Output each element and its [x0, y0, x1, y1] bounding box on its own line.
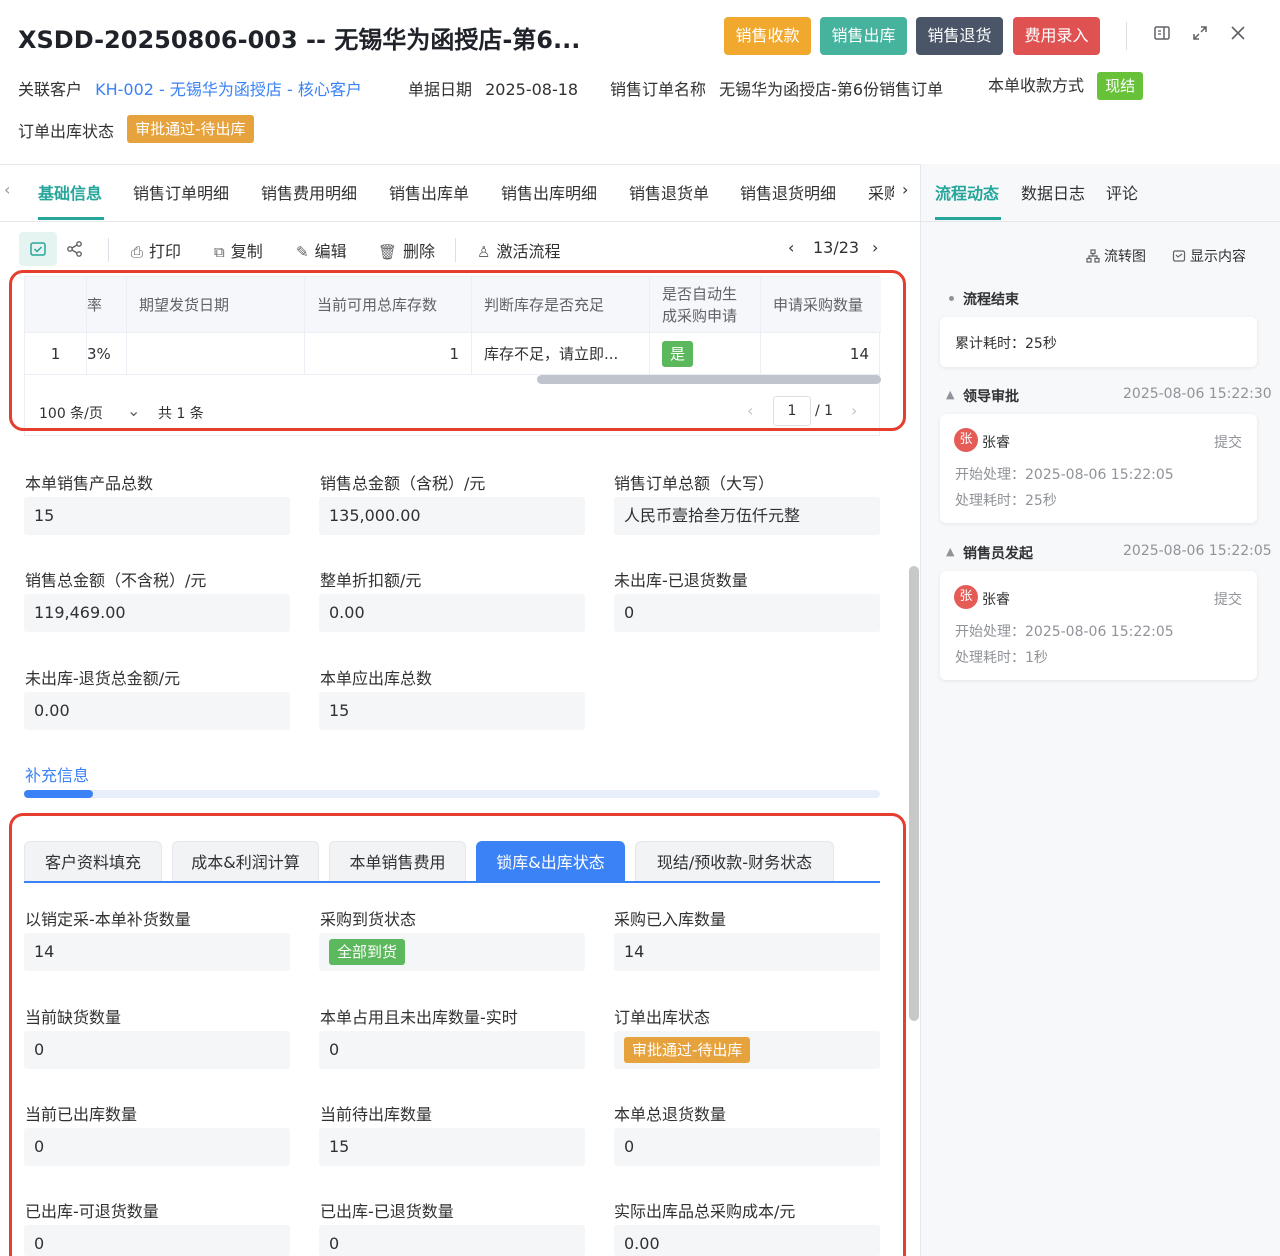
section-bar-fill — [24, 790, 93, 798]
process-end-label: 流程结束 — [963, 292, 1019, 308]
next-record-icon[interactable]: › — [872, 238, 878, 257]
step-time: 2025-08-06 15:22:05 — [1123, 543, 1272, 559]
tab-data-log[interactable]: 数据日志 — [1021, 180, 1085, 204]
step-action: 提交 — [1214, 435, 1242, 451]
step-collapse-icon[interactable]: ▲ — [946, 545, 954, 558]
tab-process-dynamic[interactable]: 流程动态 — [935, 180, 999, 204]
activate-process-button[interactable]: ♙ 激活流程 — [477, 238, 560, 262]
expand-icon[interactable] — [1189, 24, 1211, 46]
customer-link[interactable]: KH-002 - 无锡华为函授店 - 核心客户 — [95, 80, 362, 99]
header-divider — [1126, 22, 1127, 50]
sales-return-button[interactable]: 销售退货 — [916, 17, 1003, 55]
field-value: 135,000.00 — [319, 497, 585, 535]
date-field: 单据日期 2025-08-18 — [408, 80, 579, 99]
edit-button[interactable]: ✎ 编辑 — [296, 238, 347, 262]
field-value: 119,469.00 — [24, 594, 290, 632]
step-user: 张睿 — [982, 592, 1010, 608]
payment-field: 本单收款方式 现结 — [988, 72, 1144, 100]
print-button[interactable]: ⎙ 打印 — [131, 238, 181, 262]
flowchart-button[interactable]: 流转图 — [1086, 246, 1146, 266]
sales-outbound-button[interactable]: 销售出库 — [820, 17, 907, 55]
show-content-button[interactable]: 显示内容 — [1172, 246, 1246, 266]
field-label: 未出库-已退货数量 — [614, 571, 748, 590]
total-time-text: 累计耗时：25秒 — [955, 336, 1057, 352]
step-duration: 处理耗时：25秒 — [955, 493, 1057, 509]
field-value: 人民币壹拾叁万伍仟元整 — [614, 497, 880, 535]
view-toggle-button[interactable] — [19, 232, 57, 266]
tab-return-order[interactable]: 销售退货单 — [629, 180, 709, 204]
content-icon — [1172, 250, 1186, 262]
close-icon[interactable] — [1227, 24, 1249, 46]
highlight-box-table — [9, 270, 906, 431]
record-page-indicator: 13/23 — [813, 238, 860, 257]
avatar: 张 — [954, 585, 978, 609]
field-label: 整单折扣额/元 — [320, 571, 422, 590]
sales-receipt-button[interactable]: 销售收款 — [724, 17, 811, 55]
page-title: XSDD-20250806-003 -- 无锡华为函授店-第6... — [18, 26, 581, 54]
tab-outbound-detail[interactable]: 销售出库明细 — [501, 180, 597, 204]
order-name-field: 销售订单名称 无锡华为函授店-第6份销售订单 — [610, 80, 944, 99]
delete-icon: 🗑 — [378, 243, 398, 261]
field-label: 销售总金额（含税）/元 — [320, 474, 486, 493]
copy-button[interactable]: ⧉ 复制 — [214, 238, 263, 262]
tab-purchase[interactable]: 采购 — [868, 180, 894, 204]
step-start: 开始处理：2025-08-06 15:22:05 — [955, 624, 1174, 640]
active-tab-indicator — [38, 217, 104, 220]
step-collapse-icon[interactable]: ▲ — [946, 388, 954, 401]
field-label: 销售订单总额（大写） — [614, 474, 775, 493]
avatar: 张 — [954, 428, 978, 452]
expense-entry-button[interactable]: 费用录入 — [1013, 17, 1100, 55]
tab-return-detail[interactable]: 销售退货明细 — [740, 180, 836, 204]
tab-order-detail[interactable]: 销售订单明细 — [133, 180, 229, 204]
customer-field: 关联客户 KH-002 - 无锡华为函授店 - 核心客户 — [18, 80, 362, 99]
section-title: 补充信息 — [25, 766, 90, 785]
field-value: 0.00 — [319, 594, 585, 632]
step-time: 2025-08-06 15:22:30 — [1123, 386, 1272, 402]
order-status-field: 订单出库状态 审批通过-待出库 — [18, 115, 254, 143]
prev-record-icon[interactable]: ‹ — [788, 238, 794, 257]
tab-expense-detail[interactable]: 销售费用明细 — [261, 180, 357, 204]
share-icon[interactable] — [66, 240, 84, 262]
tab-basic-info[interactable]: 基础信息 — [38, 180, 102, 204]
right-tabs-baseline — [921, 221, 1280, 222]
user-icon: ♙ — [477, 243, 491, 261]
field-value: 0.00 — [24, 692, 290, 730]
right-active-tab-indicator — [935, 217, 1001, 220]
step-action: 提交 — [1214, 592, 1242, 608]
end-dot-icon — [949, 296, 954, 301]
order-status-tag: 审批通过-待出库 — [127, 115, 254, 143]
field-value: 15 — [319, 692, 585, 730]
step-start: 开始处理：2025-08-06 15:22:05 — [955, 467, 1174, 483]
vertical-scrollbar[interactable] — [909, 566, 919, 1021]
field-label: 本单应出库总数 — [320, 669, 433, 688]
field-value: 15 — [24, 497, 290, 535]
delete-button[interactable]: 🗑 删除 — [378, 238, 435, 262]
highlight-box-lock-status — [9, 813, 906, 1256]
field-value: 0 — [614, 594, 880, 632]
print-icon: ⎙ — [131, 243, 144, 261]
edit-icon: ✎ — [296, 243, 309, 261]
field-label: 未出库-退货总金额/元 — [25, 669, 181, 688]
tab-outbound-order[interactable]: 销售出库单 — [389, 180, 469, 204]
panel-toggle-icon[interactable] — [1151, 24, 1173, 46]
step-title: 销售员发起 — [963, 546, 1033, 562]
step-title: 领导审批 — [963, 389, 1019, 405]
section-bar — [24, 790, 880, 798]
tabs-prev-icon[interactable]: ‹ — [4, 180, 10, 199]
payment-tag: 现结 — [1097, 72, 1144, 100]
copy-icon: ⧉ — [214, 243, 225, 261]
step-duration: 处理耗时：1秒 — [955, 650, 1048, 666]
field-label: 销售总金额（不含税）/元 — [25, 571, 207, 590]
tab-comments[interactable]: 评论 — [1106, 180, 1138, 204]
toolbar-divider — [455, 238, 456, 262]
step-user: 张睿 — [982, 435, 1010, 451]
toolbar-divider — [108, 238, 109, 262]
tabs-next-icon[interactable]: › — [902, 180, 908, 199]
view-icon — [30, 242, 46, 256]
tabs-baseline — [0, 221, 920, 222]
field-label: 本单销售产品总数 — [25, 474, 154, 493]
flowchart-icon — [1086, 249, 1100, 263]
